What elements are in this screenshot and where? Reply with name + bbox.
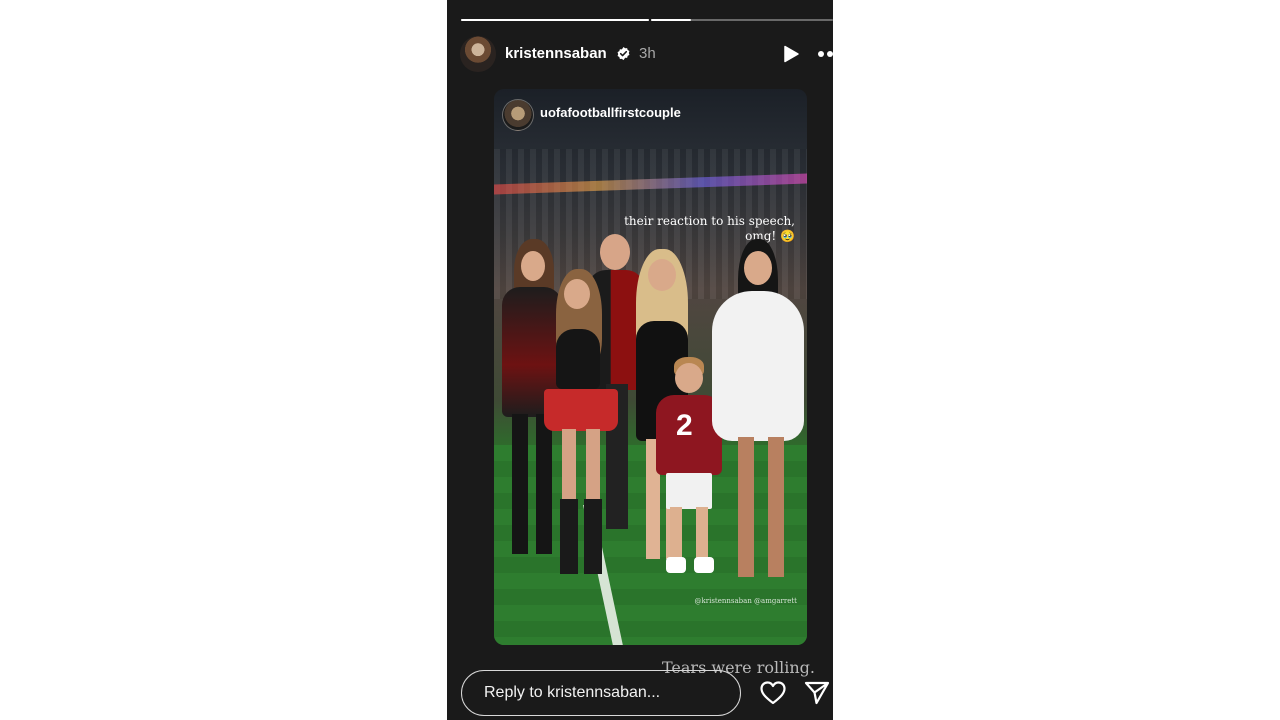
more-options-icon[interactable] [817,46,833,62]
shared-post-avatar[interactable] [502,99,534,131]
progress-segment-2 [651,19,833,21]
story-progress [461,19,833,21]
shared-post-username[interactable]: uofafootballfirstcouple [540,105,681,120]
profile-avatar[interactable] [460,36,496,72]
person-girl [542,269,622,579]
person-woman-white-dress [708,239,804,584]
play-icon[interactable] [782,45,800,63]
shared-post-photo[interactable]: uofafootballfirstcouple their reaction t… [494,89,807,645]
verified-badge-icon [617,46,630,61]
story-header: kristennsaban 3h [460,34,833,74]
jersey-number: 2 [676,409,693,442]
progress-segment-1 [461,19,649,21]
reply-input[interactable] [461,670,741,716]
heart-icon[interactable] [760,681,786,705]
story-username[interactable]: kristennsaban [505,45,607,62]
story-timestamp: 3h [639,45,656,62]
story-viewer[interactable]: kristennsaban 3h uofafootballfirstcouple… [447,0,833,720]
photo-mentions: @kristennsaban @amgarrett [694,597,797,605]
send-icon[interactable] [804,681,830,705]
